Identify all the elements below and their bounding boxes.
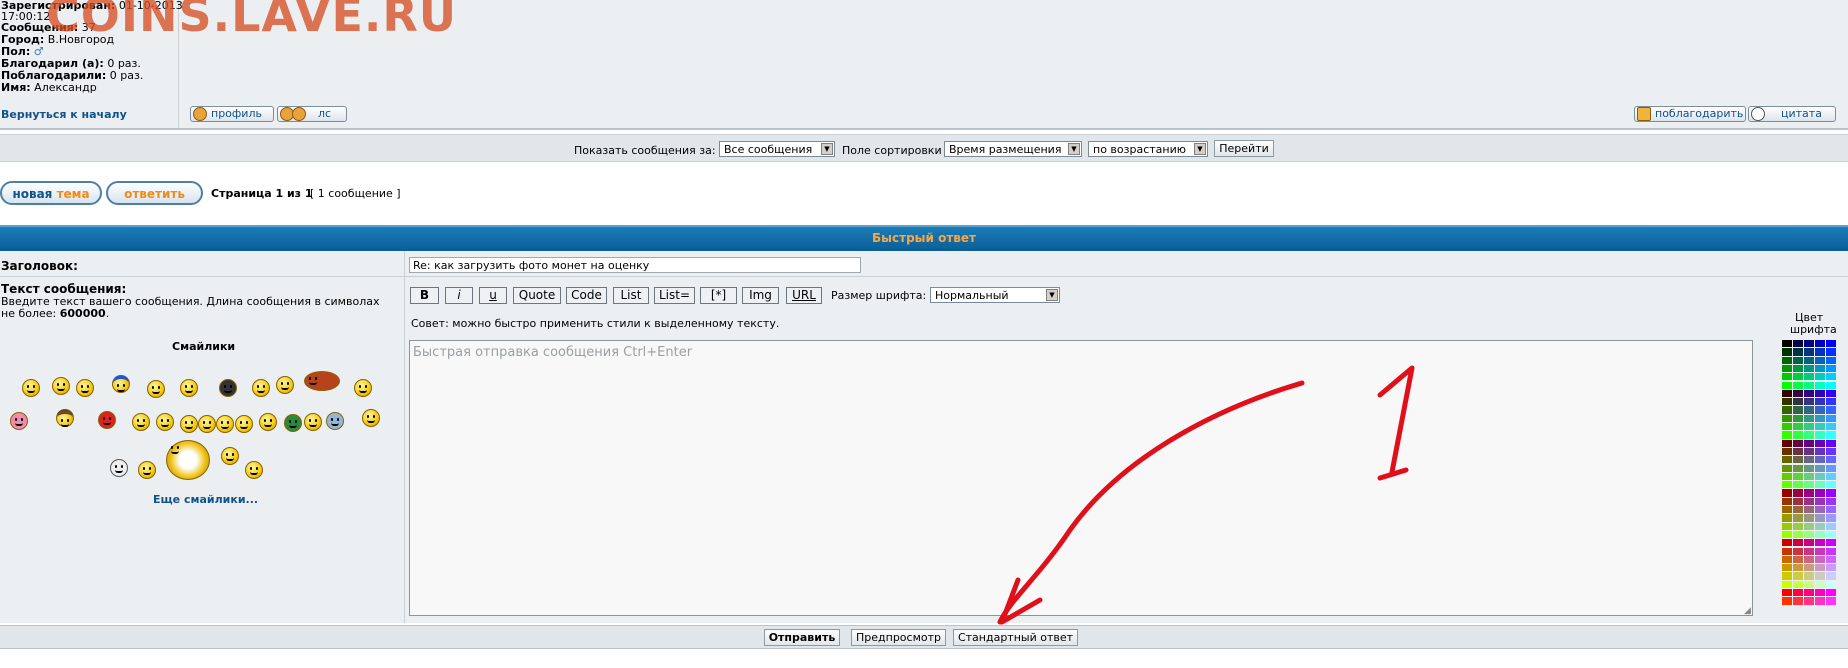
preview-button[interactable]: Предпросмотр xyxy=(851,629,946,646)
annotation-overlay xyxy=(997,365,1415,625)
annotation-arrow xyxy=(997,380,1305,625)
annotation-number-one xyxy=(1377,365,1415,481)
send-button[interactable]: Отправить xyxy=(764,629,840,646)
standard-reply-button[interactable]: Стандартный ответ xyxy=(953,629,1078,646)
annotation-arrowhead xyxy=(999,577,1043,625)
